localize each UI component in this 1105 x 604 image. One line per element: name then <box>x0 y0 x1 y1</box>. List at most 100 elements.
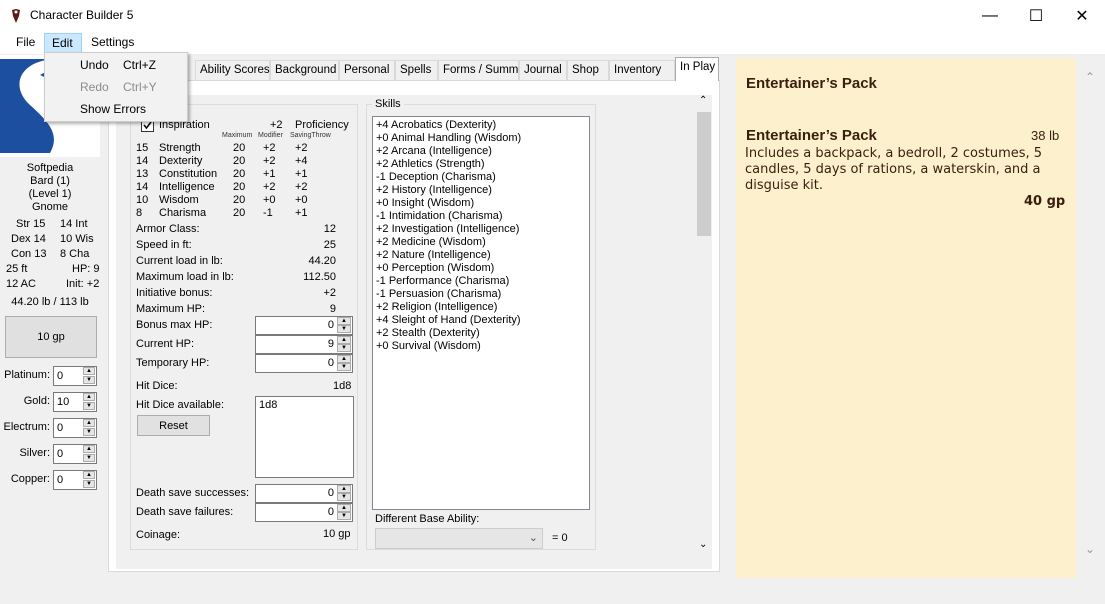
coin-input[interactable]: 0 ▲ ▼ <box>53 418 97 438</box>
spin-down-icon[interactable]: ▼ <box>337 493 351 501</box>
scroll-down-icon[interactable]: ⌄ <box>699 539 707 550</box>
skill-item[interactable]: -1 Deception (Charisma) <box>376 171 496 183</box>
ability-score: 14 <box>136 181 149 193</box>
death-failures-input[interactable]: 0 ▲ ▼ <box>255 503 353 522</box>
skill-item[interactable]: +2 Stealth (Dexterity) <box>376 327 480 339</box>
spin-up-icon[interactable]: ▲ <box>83 393 95 401</box>
hp-input[interactable]: 0 ▲ ▼ <box>255 354 353 373</box>
scroll-up-icon[interactable]: ⌃ <box>699 95 707 106</box>
ability-mod: +2 <box>263 155 276 167</box>
spin-up-icon[interactable]: ▲ <box>337 355 351 363</box>
spin-down-icon[interactable]: ▼ <box>83 454 95 462</box>
ability-max: 20 <box>233 168 246 180</box>
skill-item[interactable]: -1 Persuasion (Charisma) <box>376 288 501 300</box>
detail-scrollbar[interactable]: ⌃ ⌄ <box>1076 58 1105 578</box>
coin-label: Electrum: <box>3 421 50 433</box>
skill-item[interactable]: +2 Investigation (Intelligence) <box>376 223 519 235</box>
skill-item[interactable]: +0 Animal Handling (Wisdom) <box>376 132 521 144</box>
reset-button[interactable]: Reset <box>137 415 210 436</box>
summary-int: 14 Int <box>60 218 88 230</box>
tab-in-play[interactable]: In Play <box>675 57 719 81</box>
skill-item[interactable]: -1 Performance (Charisma) <box>376 275 509 287</box>
spin-up-icon[interactable]: ▲ <box>83 367 95 375</box>
tab-journal[interactable]: Journal <box>519 60 567 80</box>
ability-name: Dexterity <box>159 155 203 167</box>
skill-item[interactable]: +2 Medicine (Wisdom) <box>376 236 486 248</box>
base-ability-select[interactable]: ⌄ <box>375 528 543 549</box>
hp-input[interactable]: 0 ▲ ▼ <box>255 316 353 335</box>
spin-up-icon[interactable]: ▲ <box>337 485 351 493</box>
spin-down-icon[interactable]: ▼ <box>83 376 95 384</box>
hp-input[interactable]: 9 ▲ ▼ <box>255 335 353 354</box>
close-button[interactable]: ✕ <box>1059 0 1105 32</box>
stat-value: +2 <box>323 287 336 299</box>
spin-up-icon[interactable]: ▲ <box>83 471 95 479</box>
edit-menu-redo[interactable]: Redo Ctrl+Y <box>45 76 187 98</box>
spin-up-icon[interactable]: ▲ <box>83 419 95 427</box>
menu-settings[interactable]: Settings <box>88 35 137 49</box>
char-class: Bard (1) <box>30 175 70 187</box>
skill-item[interactable]: -1 Intimidation (Charisma) <box>376 210 503 222</box>
skill-item[interactable]: +0 Perception (Wisdom) <box>376 262 494 274</box>
skills-list[interactable]: +4 Acrobatics (Dexterity) +0 Animal Handl… <box>372 116 590 510</box>
tab-spells[interactable]: Spells <box>395 60 438 80</box>
coin-label: Copper: <box>10 473 50 485</box>
coin-input[interactable]: 0 ▲ ▼ <box>53 470 97 490</box>
hit-dice-value: 1d8 <box>333 380 352 392</box>
spin-down-icon[interactable]: ▼ <box>337 363 351 371</box>
spin-down-icon[interactable]: ▼ <box>337 512 351 520</box>
scroll-down-icon[interactable]: ⌄ <box>1085 542 1095 556</box>
tab-background[interactable]: Background <box>270 60 339 80</box>
spin-up-icon[interactable]: ▲ <box>83 445 95 453</box>
menu-file[interactable]: File <box>13 35 38 49</box>
spin-down-icon[interactable]: ▼ <box>83 428 95 436</box>
skill-item[interactable]: +4 Sleight of Hand (Dexterity) <box>376 314 521 326</box>
hp-value: 0 <box>327 319 334 331</box>
tab-forms-summons[interactable]: Forms / Summons <box>438 60 537 80</box>
spin-down-icon[interactable]: ▼ <box>337 325 351 333</box>
coin-value: 0 <box>57 422 64 434</box>
tab-personal[interactable]: Personal <box>339 60 395 80</box>
menu-edit[interactable]: Edit <box>44 33 82 53</box>
stat-label: Initiative bonus: <box>136 287 213 299</box>
tab-ability-scores[interactable]: Ability Scores <box>195 60 270 80</box>
skill-item[interactable]: +2 Nature (Intelligence) <box>376 249 491 261</box>
spin-up-icon[interactable]: ▲ <box>337 336 351 344</box>
tab-shop[interactable]: Shop <box>567 60 609 80</box>
window-title: Character Builder 5 <box>30 8 134 22</box>
main-scrollbar[interactable]: ⌃ ⌄ <box>696 95 713 557</box>
spin-down-icon[interactable]: ▼ <box>83 480 95 488</box>
maximize-button[interactable]: ☐ <box>1013 0 1059 32</box>
spin-up-icon[interactable]: ▲ <box>337 504 351 512</box>
stat-label: Speed in ft: <box>136 239 192 251</box>
edit-menu-undo[interactable]: Undo Ctrl+Z <box>45 54 187 76</box>
coin-input[interactable]: 10 ▲ ▼ <box>53 392 97 412</box>
skill-item[interactable]: +0 Insight (Wisdom) <box>376 197 474 209</box>
hit-dice-available-box[interactable]: 1d8 <box>255 396 354 478</box>
minimize-button[interactable]: — <box>967 0 1013 32</box>
coin-input[interactable]: 0 ▲ ▼ <box>53 444 97 464</box>
spin-down-icon[interactable]: ▼ <box>83 402 95 410</box>
detail-price: 40 gp <box>1024 194 1066 209</box>
edit-menu-show-errors[interactable]: Show Errors <box>45 98 187 120</box>
scroll-thumb[interactable] <box>697 112 711 236</box>
summary-wis: 10 Wis <box>60 233 94 245</box>
spin-down-icon[interactable]: ▼ <box>337 344 351 352</box>
spin-up-icon[interactable]: ▲ <box>337 317 351 325</box>
coin-value: 10 <box>57 396 70 408</box>
summary-cha: 8 Cha <box>60 248 90 260</box>
ability-save: +1 <box>295 168 308 180</box>
skill-item[interactable]: +2 Religion (Intelligence) <box>376 301 497 313</box>
skill-item[interactable]: +4 Acrobatics (Dexterity) <box>376 119 496 131</box>
skill-item[interactable]: +2 History (Intelligence) <box>376 184 492 196</box>
summary-load: 44.20 lb / 113 lb <box>11 296 89 308</box>
ability-score: 15 <box>136 142 149 154</box>
skill-item[interactable]: +2 Arcana (Intelligence) <box>376 145 492 157</box>
skill-item[interactable]: +2 Athletics (Strength) <box>376 158 485 170</box>
coin-input[interactable]: 0 ▲ ▼ <box>53 366 97 386</box>
skill-item[interactable]: +0 Survival (Wisdom) <box>376 340 481 352</box>
tab-inventory[interactable]: Inventory <box>609 60 675 80</box>
scroll-up-icon[interactable]: ⌃ <box>1085 70 1095 84</box>
death-successes-input[interactable]: 0 ▲ ▼ <box>255 484 353 503</box>
purse-total: 10 gp <box>5 316 97 358</box>
